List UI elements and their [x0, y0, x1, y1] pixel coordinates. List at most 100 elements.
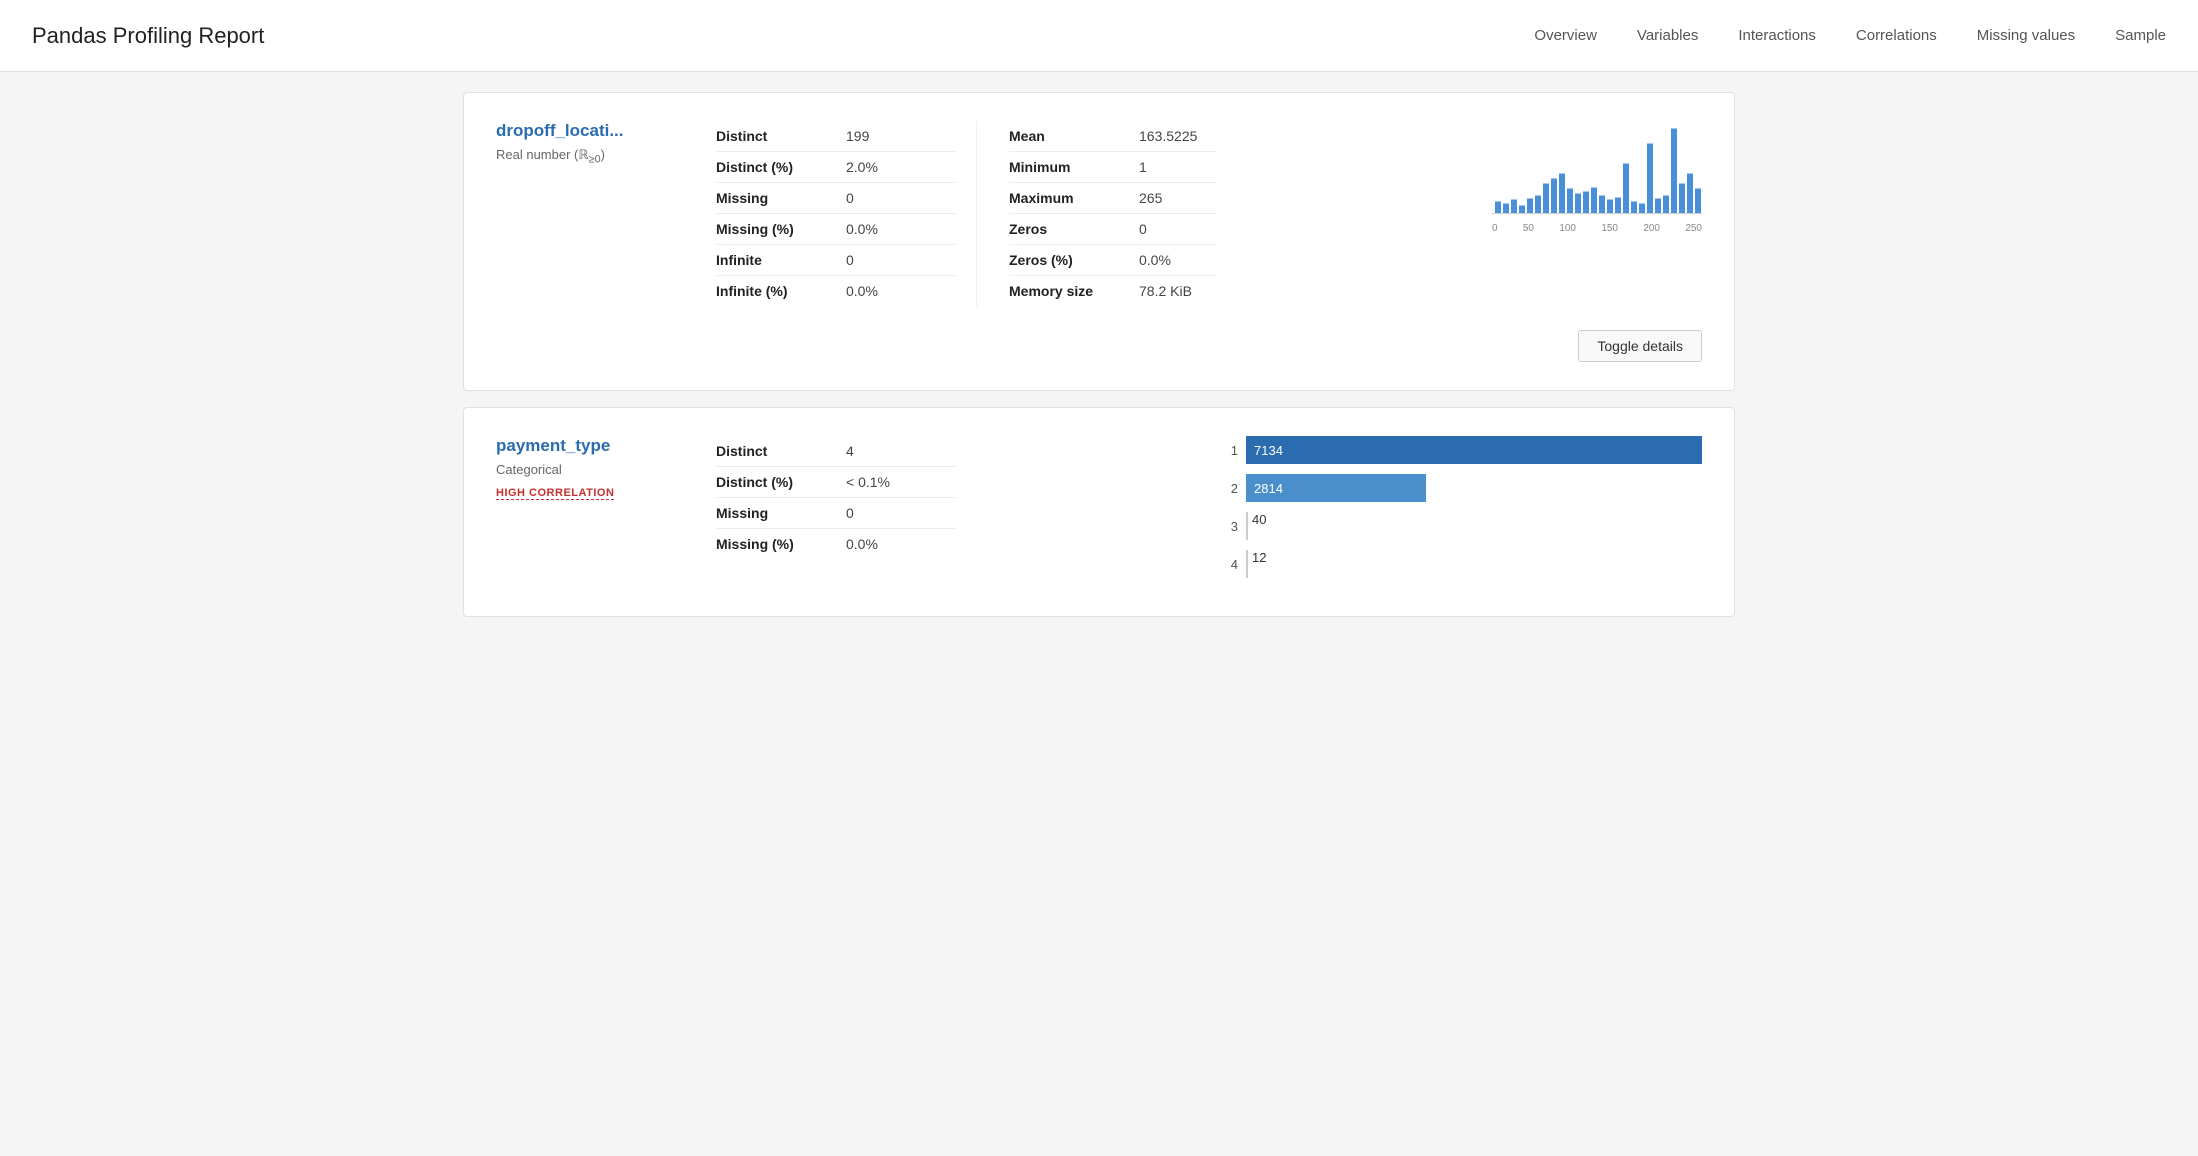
table-row: Missing 0: [716, 183, 956, 214]
bar-outer-1: 7134: [1246, 436, 1702, 464]
stat-label: Memory size: [1009, 276, 1139, 307]
table-row: Distinct (%) 2.0%: [716, 152, 956, 183]
var-name-payment[interactable]: payment_type: [496, 436, 692, 456]
stat-value: 2.0%: [846, 152, 956, 183]
stat-value: 1: [1139, 152, 1216, 183]
stat-label: Missing: [716, 183, 846, 214]
stat-label: Missing (%): [716, 214, 846, 245]
bar-chart-area-payment: 1 7134 2 2814: [1196, 436, 1702, 588]
toggle-btn-row: Toggle details: [496, 330, 1702, 362]
nav-interactions[interactable]: Interactions: [1738, 23, 1816, 48]
bar-row-3: 3 40: [1220, 512, 1702, 540]
bar-row-2: 2 2814: [1220, 474, 1702, 502]
main-nav: Overview Variables Interactions Correlat…: [1534, 23, 2166, 48]
stat-label: Infinite: [716, 245, 846, 276]
stat-value: 0.0%: [846, 276, 956, 307]
stat-label: Zeros (%): [1009, 245, 1139, 276]
table-row: Minimum 1: [1009, 152, 1216, 183]
bar-outer-3: 40: [1246, 512, 1702, 540]
high-correlation-badge[interactable]: HIGH CORRELATION: [496, 487, 614, 500]
table-row: Missing (%) 0.0%: [716, 214, 956, 245]
bar-fill-2: 2814: [1246, 474, 1426, 502]
stat-label: Missing (%): [716, 529, 846, 560]
stat-label: Maximum: [1009, 183, 1139, 214]
axis-label: 0: [1492, 223, 1498, 234]
histogram-svg: [1492, 121, 1702, 221]
axis-label: 250: [1685, 223, 1702, 234]
bar-outer-2: 2814: [1246, 474, 1702, 502]
table-row: Missing (%) 0.0%: [716, 529, 956, 560]
bar-label-3: 3: [1220, 519, 1238, 534]
app-title: Pandas Profiling Report: [32, 23, 264, 49]
stats-left-dropoff: Distinct 199 Distinct (%) 2.0% Missing 0…: [716, 121, 956, 306]
table-row: Zeros 0: [1009, 214, 1216, 245]
var-type-dropoff: Real number (ℝ≥0): [496, 147, 692, 166]
histogram-axis: 0 50 100 150 200 250: [1492, 223, 1702, 234]
bar-fill-1: 7134: [1246, 436, 1702, 464]
stat-value: 0.0%: [1139, 245, 1216, 276]
nav-missing-values[interactable]: Missing values: [1977, 23, 2075, 48]
stats-right-dropoff: Mean 163.5225 Minimum 1 Maximum 265 Ze: [976, 121, 1216, 306]
nav-overview[interactable]: Overview: [1534, 23, 1597, 48]
bar-label-4: 4: [1220, 557, 1238, 572]
stat-label: Distinct: [716, 436, 846, 467]
var-info-payment: payment_type Categorical HIGH CORRELATIO…: [496, 436, 716, 500]
table-row: Distinct 4: [716, 436, 956, 467]
stat-value: 0: [846, 245, 956, 276]
main-content: dropoff_locati... Real number (ℝ≥0) Dist…: [439, 72, 1759, 653]
table-row: Missing 0: [716, 498, 956, 529]
stat-label: Infinite (%): [716, 276, 846, 307]
stat-value: < 0.1%: [846, 467, 956, 498]
stat-value: 0: [846, 183, 956, 214]
stat-value: 0: [846, 498, 956, 529]
stat-label: Distinct (%): [716, 467, 846, 498]
stat-label: Zeros: [1009, 214, 1139, 245]
stat-value: 0.0%: [846, 529, 956, 560]
var-name-dropoff[interactable]: dropoff_locati...: [496, 121, 692, 141]
axis-label: 150: [1601, 223, 1618, 234]
bar-row-4: 4 12: [1220, 550, 1702, 578]
var-type-payment: Categorical: [496, 462, 692, 477]
axis-label: 100: [1559, 223, 1576, 234]
axis-label: 200: [1643, 223, 1660, 234]
stat-value: 4: [846, 436, 956, 467]
variable-card-dropoff: dropoff_locati... Real number (ℝ≥0) Dist…: [463, 92, 1735, 391]
stat-value: 163.5225: [1139, 121, 1216, 152]
bar-label-1: 1: [1220, 443, 1238, 458]
var-info-dropoff: dropoff_locati... Real number (ℝ≥0): [496, 121, 716, 166]
bar-value-3: 40: [1252, 512, 1266, 527]
stats-right-table: Mean 163.5225 Minimum 1 Maximum 265 Ze: [1009, 121, 1216, 306]
bar-label-2: 2: [1220, 481, 1238, 496]
axis-label: 50: [1523, 223, 1534, 234]
bar-row-1: 1 7134: [1220, 436, 1702, 464]
table-row: Infinite (%) 0.0%: [716, 276, 956, 307]
bar-value-2: 2814: [1254, 481, 1283, 496]
stat-label: Distinct (%): [716, 152, 846, 183]
stats-left-payment: Distinct 4 Distinct (%) < 0.1% Missing 0…: [716, 436, 956, 559]
nav-variables[interactable]: Variables: [1637, 23, 1698, 48]
stat-value: 265: [1139, 183, 1216, 214]
nav-correlations[interactable]: Correlations: [1856, 23, 1937, 48]
stat-value: 78.2 KiB: [1139, 276, 1216, 307]
bar-value-1: 7134: [1254, 443, 1283, 458]
stat-label: Missing: [716, 498, 846, 529]
variable-card-payment-type: payment_type Categorical HIGH CORRELATIO…: [463, 407, 1735, 617]
nav-sample[interactable]: Sample: [2115, 23, 2166, 48]
header: Pandas Profiling Report Overview Variabl…: [0, 0, 2198, 72]
stat-label: Minimum: [1009, 152, 1139, 183]
table-row: Distinct 199: [716, 121, 956, 152]
table-row: Memory size 78.2 KiB: [1009, 276, 1216, 307]
toggle-details-button[interactable]: Toggle details: [1578, 330, 1702, 362]
table-row: Zeros (%) 0.0%: [1009, 245, 1216, 276]
bar-outer-4: 12: [1246, 550, 1702, 578]
stat-label: Distinct: [716, 121, 846, 152]
bar-tick-3: [1246, 512, 1248, 540]
bar-value-4: 12: [1252, 550, 1266, 565]
stat-value: 0.0%: [846, 214, 956, 245]
table-row: Infinite 0: [716, 245, 956, 276]
table-row: Mean 163.5225: [1009, 121, 1216, 152]
table-row: Maximum 265: [1009, 183, 1216, 214]
stat-value: 0: [1139, 214, 1216, 245]
stat-label: Mean: [1009, 121, 1139, 152]
table-row: Distinct (%) < 0.1%: [716, 467, 956, 498]
